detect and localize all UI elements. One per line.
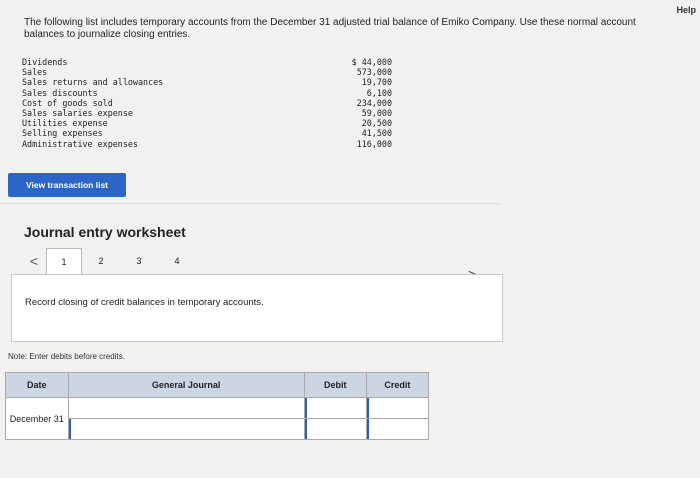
worksheet-pager: < 1 2 3 4 bbox=[22, 247, 196, 275]
journal-account-cell[interactable] bbox=[67, 418, 305, 440]
date-header: Date bbox=[5, 372, 69, 398]
account-amount: 19,700 bbox=[361, 77, 392, 88]
account-name: Utilities expense bbox=[22, 118, 108, 129]
account-input[interactable] bbox=[68, 419, 304, 439]
journal-row bbox=[6, 418, 430, 440]
instruction-text: Record closing of credit balances in tem… bbox=[25, 297, 264, 308]
account-amount: 573,000 bbox=[356, 67, 392, 78]
credit-cell[interactable] bbox=[365, 418, 430, 440]
prev-arrow-icon[interactable]: < bbox=[22, 253, 46, 269]
account-row: Cost of goods sold 234,000 bbox=[22, 98, 392, 108]
account-amount: 6,100 bbox=[366, 87, 392, 98]
account-row: Utilities expense 20,500 bbox=[22, 118, 392, 128]
date-cell: December 31 bbox=[5, 397, 69, 440]
account-name: Sales bbox=[22, 67, 48, 78]
worksheet-title: Journal entry worksheet bbox=[24, 224, 186, 240]
journal-table: Date General Journal Debit Credit Decemb… bbox=[5, 372, 430, 440]
help-link[interactable]: Help bbox=[676, 5, 696, 15]
note-text: Note: Enter debits before credits. bbox=[8, 352, 125, 361]
account-row: Administrative expenses 116,000 bbox=[22, 139, 392, 149]
view-transaction-list-button[interactable]: View transaction list bbox=[8, 173, 126, 197]
credit-header: Credit bbox=[365, 372, 430, 398]
debit-header: Debit bbox=[303, 372, 367, 398]
account-amount: 41,500 bbox=[361, 128, 392, 139]
account-amount: 116,000 bbox=[356, 138, 392, 149]
accounts-list: Dividends $ 44,000 Sales 573,000 Sales ret… bbox=[22, 57, 392, 149]
page-tab-3[interactable]: 3 bbox=[120, 248, 158, 274]
date-value: December 31 bbox=[9, 414, 64, 424]
debit-cell[interactable] bbox=[303, 418, 367, 440]
account-row: Sales 573,000 bbox=[22, 67, 392, 77]
account-amount: 59,000 bbox=[361, 107, 392, 118]
intro-text: The following list includes temporary ac… bbox=[24, 17, 636, 40]
debit-cell[interactable] bbox=[303, 397, 367, 419]
account-row: Sales returns and allowances 19,700 bbox=[22, 77, 392, 87]
debit-input[interactable] bbox=[304, 419, 366, 439]
instruction-box: Record closing of credit balances in tem… bbox=[11, 274, 503, 342]
account-row: Dividends $ 44,000 bbox=[22, 57, 392, 67]
account-name: Sales discounts bbox=[22, 87, 98, 98]
account-row: Sales discounts 6,100 bbox=[22, 88, 392, 98]
page-tab-1[interactable]: 1 bbox=[46, 247, 82, 275]
page-tab-4[interactable]: 4 bbox=[158, 248, 196, 274]
account-name: Cost of goods sold bbox=[22, 97, 113, 108]
journal-header-row: Date General Journal Debit Credit bbox=[5, 372, 430, 398]
page-tab-2[interactable]: 2 bbox=[82, 248, 120, 274]
credit-input[interactable] bbox=[366, 398, 428, 418]
account-amount: $ 44,000 bbox=[351, 57, 392, 67]
account-row: Sales salaries expense 59,000 bbox=[22, 108, 392, 118]
account-row: Selling expenses 41,500 bbox=[22, 128, 392, 138]
account-amount: 20,500 bbox=[361, 118, 392, 129]
credit-input[interactable] bbox=[366, 419, 428, 439]
account-name: Dividends bbox=[22, 57, 68, 67]
account-name: Sales salaries expense bbox=[22, 107, 133, 118]
account-name: Selling expenses bbox=[22, 128, 103, 139]
account-name: Sales returns and allowances bbox=[22, 77, 164, 88]
account-name: Administrative expenses bbox=[22, 138, 138, 149]
debit-input[interactable] bbox=[304, 398, 366, 418]
account-amount: 234,000 bbox=[356, 97, 392, 108]
journal-row: December 31 bbox=[5, 397, 430, 440]
credit-cell[interactable] bbox=[365, 397, 430, 419]
general-journal-header: General Journal bbox=[67, 372, 305, 398]
account-input[interactable] bbox=[68, 398, 304, 418]
journal-account-cell[interactable] bbox=[67, 397, 305, 419]
